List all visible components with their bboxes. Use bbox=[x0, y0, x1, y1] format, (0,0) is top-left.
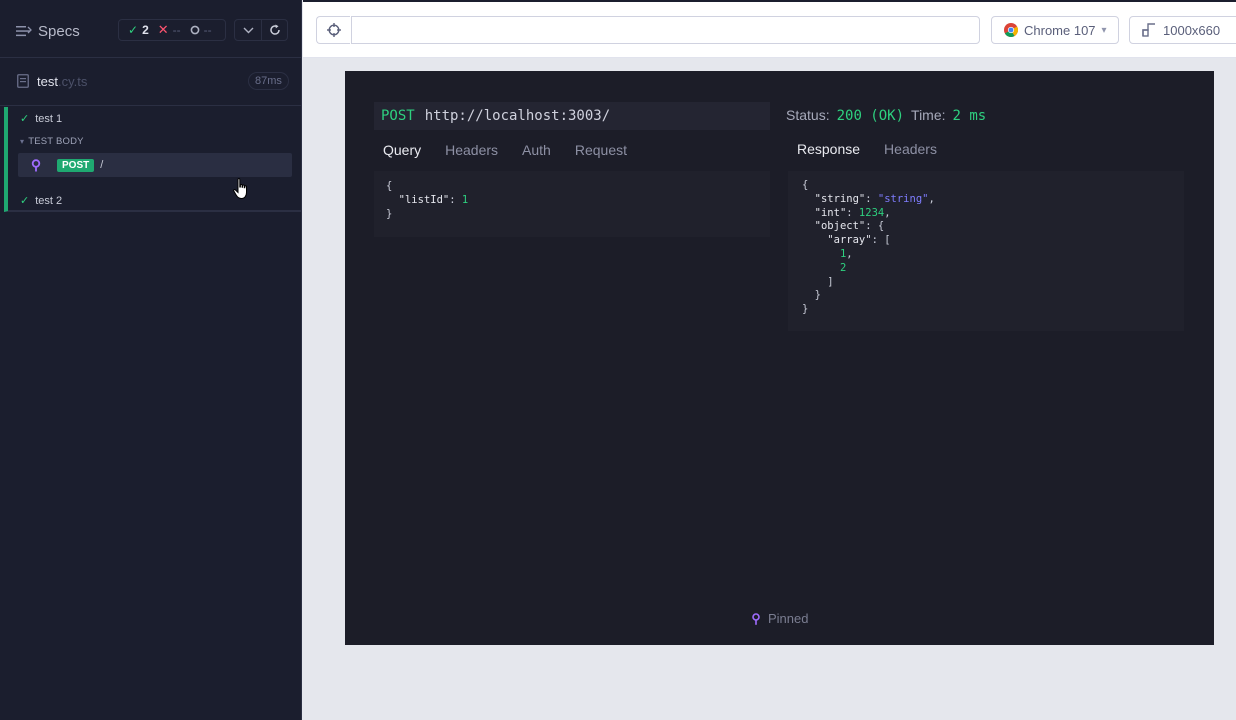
pinned-label: Pinned bbox=[768, 611, 809, 626]
time-value: 2 ms bbox=[952, 108, 987, 124]
pointer-cursor-icon bbox=[233, 178, 247, 200]
response-body-viewer: { "string": "string", "int": 1234, "obje… bbox=[788, 171, 1184, 331]
pending-count: -- bbox=[203, 23, 212, 37]
test-title: test 1 bbox=[35, 112, 63, 125]
command-row[interactable]: POST / bbox=[18, 153, 292, 177]
chrome-icon bbox=[1004, 23, 1018, 37]
browser-label: Chrome 107 bbox=[1024, 22, 1096, 38]
crosshair-icon bbox=[326, 23, 341, 37]
method-badge: POST bbox=[57, 158, 95, 172]
cypress-runner: Specs ✓ 2 ✕ -- -- test.cy.ts 87ms ✓ test… bbox=[0, 0, 1236, 720]
tab-auth[interactable]: Auth bbox=[522, 142, 551, 158]
test-body-header[interactable]: ▾ TEST BODY bbox=[20, 136, 84, 147]
x-icon: ✕ bbox=[157, 22, 169, 37]
failed-count: -- bbox=[172, 23, 181, 37]
spec-file-row[interactable]: test.cy.ts 87ms bbox=[0, 58, 302, 106]
pending-stat: -- bbox=[190, 23, 212, 37]
specs-label: Specs bbox=[38, 22, 80, 40]
passed-count: 2 bbox=[142, 23, 149, 37]
browser-selector[interactable]: Chrome 107 ▾ bbox=[991, 16, 1119, 44]
test-body-label: TEST BODY bbox=[28, 136, 84, 147]
tab-headers[interactable]: Headers bbox=[445, 142, 498, 158]
pin-icon bbox=[752, 612, 760, 625]
selector-playground-button[interactable] bbox=[316, 16, 350, 44]
test-item: ✓ test 2 bbox=[4, 188, 302, 212]
check-icon: ✓ bbox=[128, 23, 139, 37]
test-stats: ✓ 2 ✕ -- -- bbox=[118, 19, 226, 41]
time-label: Time: bbox=[911, 107, 946, 123]
pending-icon bbox=[190, 25, 200, 35]
passed-stat: ✓ 2 bbox=[128, 23, 149, 37]
test-title-row[interactable]: ✓ test 2 bbox=[20, 194, 63, 208]
specs-button[interactable]: Specs bbox=[16, 21, 80, 41]
pinned-indicator: Pinned bbox=[751, 611, 808, 626]
chevron-down-icon: ▾ bbox=[20, 137, 25, 146]
rerun-button[interactable] bbox=[262, 19, 288, 41]
request-method: POST bbox=[381, 108, 415, 124]
test-title: test 2 bbox=[35, 194, 63, 207]
status-label: Status: bbox=[786, 107, 830, 123]
tab-response[interactable]: Response bbox=[797, 141, 860, 157]
spec-file-basename: test bbox=[37, 74, 58, 89]
command-path: / bbox=[100, 159, 104, 171]
tab-request[interactable]: Request bbox=[575, 142, 627, 158]
failed-stat: ✕ -- bbox=[158, 22, 181, 38]
file-icon bbox=[17, 74, 29, 88]
check-icon: ✓ bbox=[20, 113, 30, 125]
pin-icon bbox=[31, 158, 41, 171]
spec-file-name: test.cy.ts bbox=[37, 74, 87, 89]
expand-toggle-button[interactable] bbox=[234, 19, 262, 41]
request-line: POST http://localhost:3003/ bbox=[374, 102, 770, 130]
aut-url-input[interactable] bbox=[351, 16, 980, 44]
reporter-sidebar: Specs ✓ 2 ✕ -- -- test.cy.ts 87ms ✓ test… bbox=[0, 0, 302, 720]
chevron-down-icon: ▾ bbox=[1101, 24, 1107, 36]
tab-query[interactable]: Query bbox=[383, 142, 421, 158]
spec-duration-badge: 87ms bbox=[248, 72, 289, 90]
reporter-header: Specs ✓ 2 ✕ -- -- bbox=[0, 0, 302, 58]
viewport-icon bbox=[1142, 23, 1155, 37]
query-body-viewer: { "listId": 1 } bbox=[374, 171, 770, 237]
viewport-label: 1000x660 bbox=[1163, 22, 1221, 38]
check-icon: ✓ bbox=[20, 195, 30, 207]
response-tabs: Response Headers bbox=[797, 141, 961, 157]
viewport-info-button[interactable]: 1000x660 bbox=[1129, 16, 1236, 44]
reload-icon bbox=[269, 24, 280, 35]
request-tabs: Query Headers Auth Request bbox=[383, 142, 651, 158]
aut-iframe: POST http://localhost:3003/ Status: 200 … bbox=[345, 71, 1214, 645]
response-status: Status: 200 (OK) Time: 2 ms bbox=[786, 107, 993, 124]
status-value: 200 (OK) bbox=[836, 108, 905, 124]
chevron-down-icon bbox=[243, 27, 253, 33]
test-title-row[interactable]: ✓ test 1 bbox=[20, 112, 63, 126]
request-url: http://localhost:3003/ bbox=[424, 108, 611, 124]
tab-response-headers[interactable]: Headers bbox=[884, 141, 937, 157]
specs-list-icon bbox=[16, 26, 32, 37]
aut-header: Chrome 107 ▾ 1000x660 bbox=[303, 0, 1236, 58]
spec-file-ext: .cy.ts bbox=[57, 74, 88, 89]
